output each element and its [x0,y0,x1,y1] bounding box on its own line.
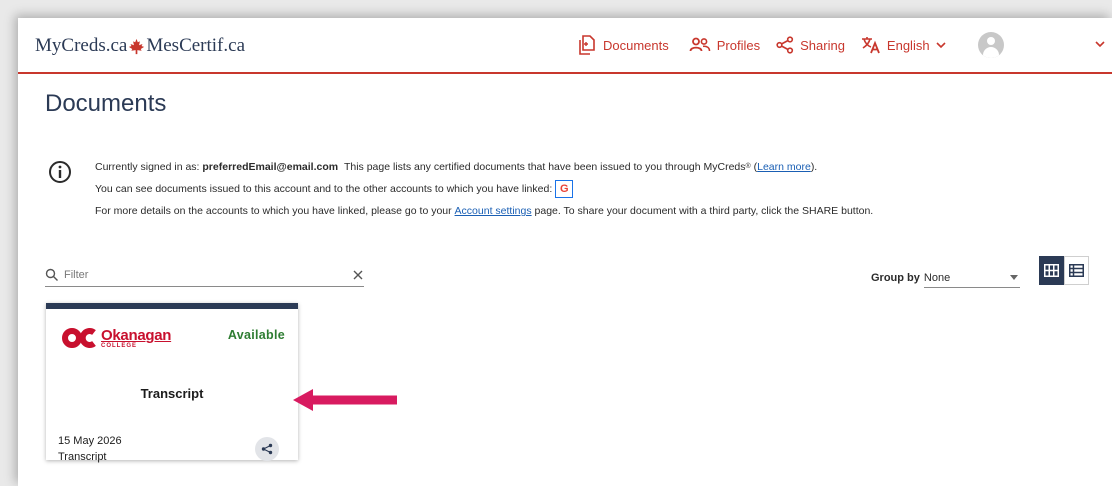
filter-bar [45,264,364,287]
document-title: Transcript [140,386,204,401]
brand-left: MyCreds.ca [35,35,128,56]
institution-wordmark: Okanagan COLLEGE [101,328,171,349]
group-by-value: None [923,271,951,284]
translate-icon [861,37,880,54]
nav-documents[interactable]: Documents [577,34,669,56]
info-line-2-text: You can see documents issued to this acc… [95,183,553,195]
view-toggle [1039,256,1089,285]
annotation-arrow-icon [293,389,397,411]
caret-down-icon [1009,275,1018,280]
group-by-select[interactable]: None [923,268,1020,288]
clear-filter-icon[interactable] [352,269,364,281]
signed-in-prefix: Currently signed in as: [95,161,200,173]
info-icon [49,161,71,183]
grid-view-button[interactable] [1039,256,1064,285]
share-document-button[interactable] [255,437,279,461]
institution-name: Okanagan [101,326,172,344]
learn-more-link[interactable]: Learn more [757,156,811,178]
google-account-badge: G [555,180,574,198]
document-type: Transcript [58,451,107,463]
app-window: MyCreds.ca MesCertif.ca Documents Profil… [18,18,1112,486]
info-line-3: For more details on the accounts to whic… [95,200,873,222]
info-line-3-before: For more details on the accounts to whic… [95,205,452,217]
search-icon [45,268,58,281]
info-line-3-after: page. To share your document with a thir… [534,205,874,217]
page-title: Documents [45,90,167,117]
document-date: 15 May 2026 [58,435,122,447]
brand-right: MesCertif.ca [146,35,245,56]
documents-icon [579,35,595,55]
avatar-body [982,47,999,58]
status-badge: Available [227,328,285,342]
group-by-label: Group by [871,272,920,284]
people-icon [689,37,711,52]
info-line-1-text: This page lists any certified documents … [343,161,746,173]
brand-logo[interactable]: MyCreds.ca MesCertif.ca [35,35,245,57]
top-header: MyCreds.ca MesCertif.ca Documents Profil… [18,18,1112,74]
list-view-button[interactable] [1064,256,1089,285]
nav-documents-label: Documents [603,37,669,53]
nav-sharing-label: Sharing [800,37,845,53]
filter-input[interactable] [59,268,352,282]
info-line-1: Currently signed in as: preferredEmail@e… [95,156,873,178]
nav-profiles[interactable]: Profiles [689,37,760,53]
institution-logo: Okanagan COLLEGE [62,327,171,349]
share-icon [776,36,794,54]
maple-leaf-icon [129,38,145,54]
okanagan-oc-logo-icon [62,328,96,348]
grid-icon [1044,264,1059,277]
language-label: English [886,37,930,53]
group-by: Group by None [871,268,1020,288]
info-line-2: You can see documents issued to this acc… [95,178,873,200]
info-message: Currently signed in as: preferredEmail@e… [95,156,873,222]
registered-mark: ® [745,163,751,170]
chevron-down-icon [935,42,946,49]
share-icon [261,443,273,455]
account-menu-chevron-icon[interactable] [1094,40,1106,49]
language-selector[interactable]: English [861,36,954,54]
nav-sharing[interactable]: Sharing [776,36,845,54]
account-settings-link[interactable]: Account settings [455,200,532,222]
nav-profiles-label: Profiles [716,37,761,53]
document-card[interactable]: Okanagan COLLEGE Available Transcript 15… [46,303,298,463]
user-avatar[interactable] [977,32,1004,58]
list-icon [1069,264,1084,277]
main-nav: Documents Profiles Sharing English [577,32,1004,58]
signed-in-email: preferredEmail@email.com [202,161,339,173]
avatar-head [986,37,995,45]
